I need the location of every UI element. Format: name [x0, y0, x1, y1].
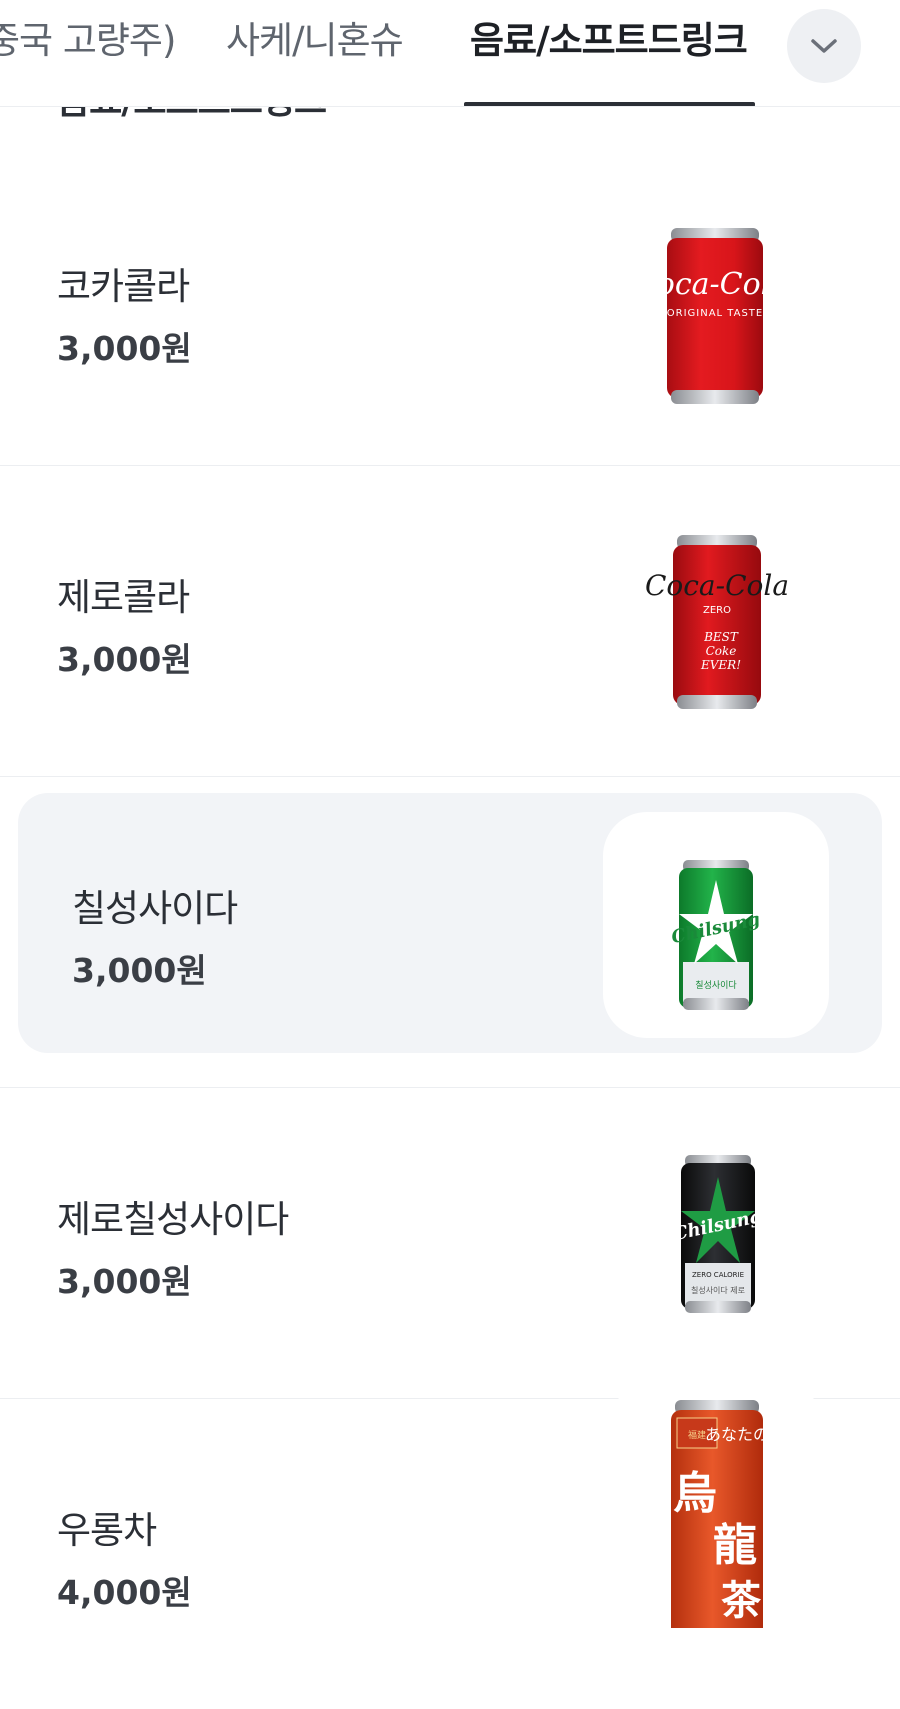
item-name: 제로칠성사이다	[57, 1198, 289, 1241]
svg-text:Coke: Coke	[706, 644, 737, 658]
item-image: Chilsung 칠성사이다	[603, 812, 829, 1038]
item-name: 칠성사이다	[72, 887, 238, 930]
svg-text:BEST: BEST	[703, 630, 739, 644]
oolong-tea-can-icon: 福建 あなたの 烏 龍 茶	[671, 1400, 769, 1628]
svg-text:龍: 龍	[713, 1520, 757, 1571]
tab-soft-drinks[interactable]: 음료/소프트드링크	[464, 0, 755, 106]
svg-text:칠성사이다 제로: 칠성사이다 제로	[691, 1285, 745, 1295]
svg-text:ZERO: ZERO	[703, 605, 731, 616]
tab-sake[interactable]: 사케/니혼슈	[226, 0, 404, 106]
item-image: Coca-Cola ZERO BEST Coke EVER!	[603, 495, 829, 721]
item-name: 코카콜라	[57, 265, 190, 308]
tab-chinese-liquor[interactable]: 중국 고량주)	[0, 0, 176, 106]
menu-item[interactable]: 코카콜라 3,000원 Coca-Cola ORIGINAL TASTE	[0, 154, 900, 466]
svg-text:ORIGINAL TASTE: ORIGINAL TASTE	[667, 308, 764, 319]
item-name: 우롱차	[57, 1509, 157, 1552]
svg-text:칠성사이다: 칠성사이다	[695, 980, 737, 991]
svg-text:Coca-Cola: Coca-Cola	[645, 569, 789, 602]
chevron-down-icon	[811, 39, 837, 53]
coca-cola-can-icon: Coca-Cola ORIGINAL TASTE	[634, 228, 788, 404]
item-image: Coca-Cola ORIGINAL TASTE	[603, 184, 829, 410]
svg-text:茶: 茶	[721, 1577, 762, 1624]
menu-item-selected[interactable]: 칠성사이다 3,000원 Chilsung 칠성사이다	[0, 776, 900, 1088]
item-price: 3,000원	[57, 329, 192, 368]
chilsung-zero-can-icon: Chilsung ZERO CALORIE 칠성사이다 제로	[671, 1155, 764, 1313]
chilsung-cider-can-icon: Chilsung 칠성사이다	[669, 860, 762, 1010]
menu-item[interactable]: 제로칠성사이다 3,000원 Chilsung ZERO CALORIE 칠성사…	[0, 1087, 900, 1399]
item-image: Chilsung ZERO CALORIE 칠성사이다 제로	[603, 1117, 829, 1343]
item-price: 3,000원	[57, 1262, 192, 1301]
menu-item[interactable]: 우롱차 4,000원 福建 あなたの 烏 龍 茶	[0, 1388, 900, 1709]
svg-text:ZERO CALORIE: ZERO CALORIE	[692, 1271, 744, 1279]
item-name: 제로콜라	[57, 576, 190, 619]
item-price: 3,000원	[72, 951, 207, 990]
item-price: 4,000원	[57, 1573, 192, 1612]
svg-text:烏: 烏	[673, 1468, 717, 1519]
svg-text:福建: 福建	[688, 1429, 706, 1441]
menu-item[interactable]: 제로콜라 3,000원 Coca-Cola ZERO BEST Coke EVE…	[0, 465, 900, 777]
svg-text:Coca-Cola: Coca-Cola	[634, 267, 788, 302]
item-image: 福建 あなたの 烏 龍 茶	[603, 1388, 829, 1628]
expand-categories-button[interactable]	[787, 9, 861, 83]
coca-cola-zero-can-icon: Coca-Cola ZERO BEST Coke EVER!	[645, 535, 789, 709]
svg-text:EVER!: EVER!	[700, 658, 741, 672]
category-tab-bar: 중국 고량주) 사케/니혼슈 음료/소프트드링크	[0, 0, 900, 107]
item-price: 3,000원	[57, 640, 192, 679]
svg-text:あなたの: あなたの	[705, 1425, 769, 1444]
